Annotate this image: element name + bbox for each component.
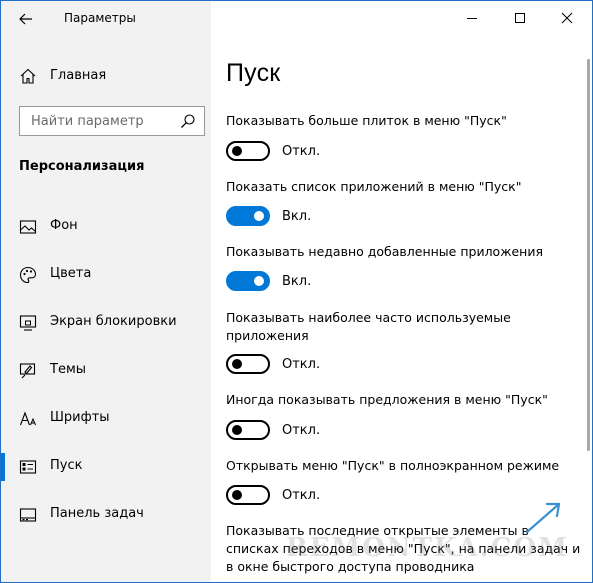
section-title: Персонализация bbox=[19, 159, 145, 174]
toggle-switch[interactable] bbox=[226, 420, 270, 440]
setting-label-more-tiles: Показывать больше плиток в меню "Пуск" bbox=[226, 113, 507, 128]
search-input[interactable]: Найти параметр bbox=[19, 106, 205, 136]
toggle-state-label: Откл. bbox=[282, 356, 321, 372]
toggle-state-label: Вкл. bbox=[282, 273, 312, 289]
sidebar-item-lock-screen[interactable]: Экран блокировки bbox=[1, 303, 211, 343]
scrollbar[interactable] bbox=[587, 59, 590, 451]
search-placeholder: Найти параметр bbox=[31, 114, 144, 129]
sidebar-item-taskbar[interactable]: Панель задач bbox=[1, 495, 211, 535]
toggle-state-label: Откл. bbox=[282, 487, 321, 503]
main-content: Пуск Показывать больше плиток в меню "Пу… bbox=[211, 1, 592, 582]
sidebar: Параметры Главная Найти параметр Персона… bbox=[1, 1, 211, 582]
back-arrow-icon bbox=[19, 13, 32, 25]
toggle-knob bbox=[254, 211, 264, 221]
toggle-switch[interactable] bbox=[226, 141, 270, 161]
sidebar-item-label: Фон bbox=[50, 218, 78, 233]
page-title: Пуск bbox=[226, 59, 281, 87]
toggle-switch[interactable] bbox=[226, 271, 270, 291]
toggle-switch[interactable] bbox=[226, 485, 270, 505]
app-title: Параметры bbox=[64, 11, 136, 25]
brush-icon bbox=[19, 363, 36, 379]
home-icon bbox=[20, 68, 36, 84]
lock-screen-icon bbox=[19, 315, 37, 331]
toggle-knob bbox=[232, 146, 242, 156]
maximize-button[interactable] bbox=[497, 1, 543, 35]
sidebar-item-label: Цвета bbox=[50, 266, 92, 281]
close-icon bbox=[561, 12, 573, 24]
toggle-knob bbox=[232, 490, 242, 500]
sidebar-item-label: Пуск bbox=[50, 458, 83, 473]
toggle-more-tiles[interactable]: Откл. bbox=[226, 140, 320, 162]
sidebar-item-label: Шрифты bbox=[50, 410, 110, 425]
toggle-knob bbox=[254, 276, 264, 286]
sidebar-item-fonts[interactable]: Шрифты bbox=[1, 399, 211, 439]
setting-label-app-list: Показать список приложений в меню "Пуск" bbox=[226, 179, 522, 194]
setting-label-most-used: Показывать наиболее часто используемые п… bbox=[226, 310, 511, 343]
palette-icon bbox=[19, 266, 37, 284]
toggle-state-label: Откл. bbox=[282, 422, 321, 438]
font-icon bbox=[19, 411, 36, 426]
sidebar-item-label: Темы bbox=[50, 362, 87, 377]
taskbar-icon bbox=[19, 508, 37, 522]
sidebar-item-label: Экран блокировки bbox=[50, 314, 177, 329]
back-button[interactable] bbox=[11, 5, 41, 33]
toggle-switch[interactable] bbox=[226, 354, 270, 374]
minimize-icon bbox=[467, 18, 477, 19]
close-button[interactable] bbox=[544, 1, 590, 35]
sidebar-item-themes[interactable]: Темы bbox=[1, 351, 211, 391]
setting-label-recent-apps: Показывать недавно добавленные приложени… bbox=[226, 244, 543, 259]
nav-home[interactable]: Главная bbox=[1, 61, 211, 91]
watermark: REMONTKA.COM bbox=[286, 533, 569, 563]
active-indicator bbox=[1, 453, 5, 481]
toggle-most-used[interactable]: Откл. bbox=[226, 353, 320, 375]
picture-icon bbox=[19, 220, 37, 234]
search-icon bbox=[181, 114, 195, 128]
setting-label-suggestions: Иногда показывать предложения в меню "Пу… bbox=[226, 392, 548, 407]
sidebar-item-colors[interactable]: Цвета bbox=[1, 255, 211, 295]
toggle-recent-apps[interactable]: Вкл. bbox=[226, 270, 311, 292]
sidebar-item-background[interactable]: Фон bbox=[1, 207, 211, 247]
title-bar: Параметры bbox=[1, 1, 211, 37]
maximize-icon bbox=[515, 13, 525, 23]
sidebar-item-label: Панель задач bbox=[50, 506, 144, 521]
toggle-state-label: Откл. bbox=[282, 143, 321, 159]
nav-home-label: Главная bbox=[50, 68, 107, 83]
toggle-switch[interactable] bbox=[226, 206, 270, 226]
settings-window: Параметры Главная Найти параметр Персона… bbox=[0, 0, 593, 583]
sidebar-item-start[interactable]: Пуск bbox=[1, 447, 211, 487]
start-icon bbox=[19, 460, 37, 474]
toggle-knob bbox=[232, 359, 242, 369]
toggle-app-list[interactable]: Вкл. bbox=[226, 205, 311, 227]
minimize-button[interactable] bbox=[449, 1, 495, 35]
toggle-suggestions[interactable]: Откл. bbox=[226, 419, 320, 441]
toggle-state-label: Вкл. bbox=[282, 208, 312, 224]
annotation-arrow-icon bbox=[525, 502, 561, 534]
toggle-knob bbox=[232, 425, 242, 435]
toggle-fullscreen[interactable]: Откл. bbox=[226, 484, 320, 506]
setting-label-fullscreen: Открывать меню "Пуск" в полноэкранном ре… bbox=[226, 458, 560, 473]
